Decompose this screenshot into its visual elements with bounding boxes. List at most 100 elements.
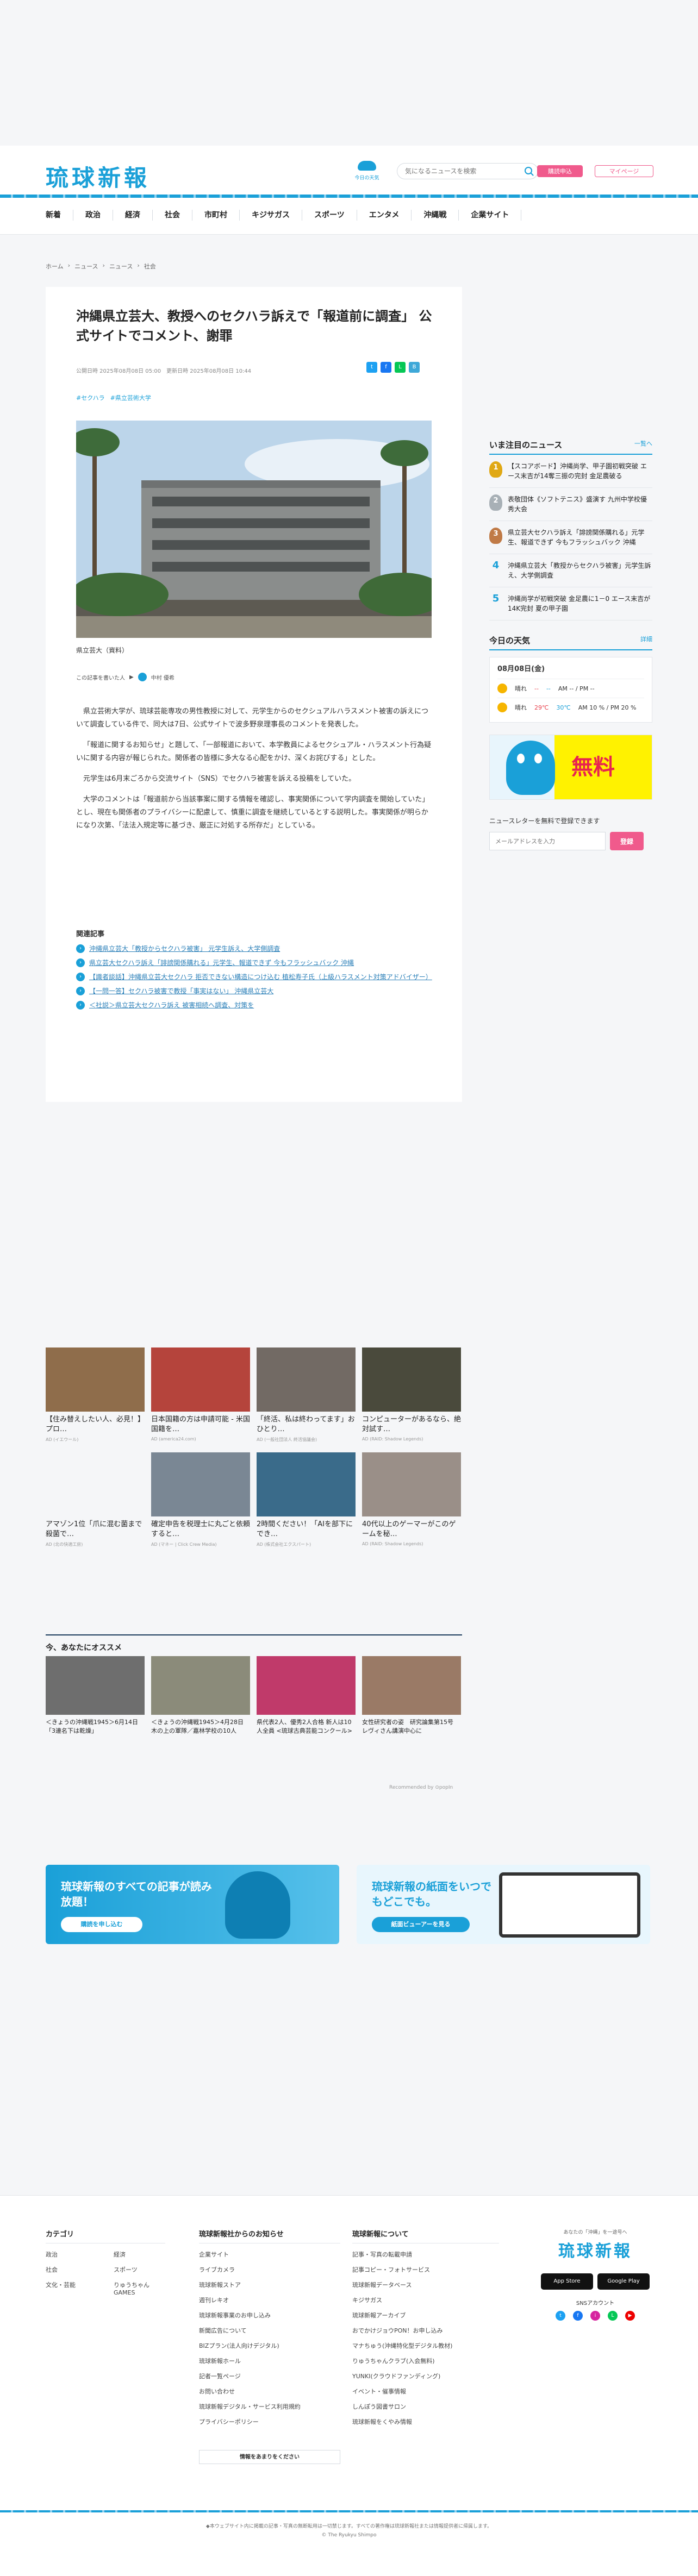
ad-image[interactable] <box>151 1347 250 1412</box>
related-link[interactable]: 沖縄県立芸大「教授からセクハラ被害」 元学生訴え、大学側調査 <box>89 944 280 954</box>
ranking-item[interactable]: 5 沖縄尚学が初戦突破 金足農に1－0 エース末吉が14K完封 夏の甲子園 <box>489 587 652 621</box>
footer-link[interactable]: 琉球新報ホール <box>199 2356 340 2365</box>
ad-text[interactable]: 確定申告を税理士に丸ごと依頼すると… <box>151 1520 250 1539</box>
footer-link[interactable]: おでかけジョウPON！お申し込み <box>352 2326 499 2335</box>
app-store-badge[interactable]: App Store <box>541 2273 593 2290</box>
ad-card[interactable]: 2時間ください！「AIを部下にでき… AD (株式会社エクスパート) <box>257 1452 356 1547</box>
footer-link[interactable]: りゅうちゃんGAMES <box>114 2280 165 2296</box>
ad-text[interactable]: 【住み替えしたい人、必見！】プロ… <box>46 1415 145 1434</box>
youtube-icon[interactable]: ▶ <box>625 2311 635 2321</box>
ad-text[interactable]: コンピューターがあるなら、絶対試す… <box>362 1415 461 1434</box>
related-link[interactable]: 【識者談話】沖縄県立芸大セクハラ 拒否できない構造につけ込む 植松寿子氏（上級ハ… <box>89 972 432 982</box>
related-link[interactable]: 【一問一答】セクハラ被害で教授「事実はない」 沖縄県立芸大 <box>89 986 273 996</box>
footer-link[interactable]: 企業サイト <box>199 2250 340 2259</box>
recommend-card[interactable]: ＜きょうの沖縄戦1945＞6月14日「3連名下は乾燥」 <box>46 1656 145 1735</box>
recommend-card[interactable]: ＜きょうの沖縄戦1945＞4月28日 木の上の軍隊／嘉林学校の10人 <box>151 1656 250 1735</box>
author-avatar[interactable] <box>138 673 147 681</box>
nav-item[interactable]: 新着 <box>46 210 73 221</box>
related-item[interactable]: › 県立芸大セクハラ訴え「誹謗関係購れる」元学生、報道できず 今もフラッシュバック… <box>76 958 432 968</box>
subscribe-button[interactable]: 購読申込 <box>537 165 583 177</box>
hatena-share-icon[interactable]: B <box>409 362 420 373</box>
ad-image[interactable] <box>257 1452 356 1516</box>
breadcrumb-item[interactable]: 社会 <box>144 262 156 271</box>
recommend-image[interactable] <box>257 1656 356 1715</box>
ad-card[interactable]: 「終活、私は終わってます」おひとり… AD (一般社団法人 終活協議会) <box>257 1347 356 1443</box>
breadcrumb-item[interactable]: ニュース <box>74 262 98 271</box>
facebook-share-icon[interactable]: f <box>381 362 391 373</box>
mypage-button[interactable]: マイページ <box>595 165 653 177</box>
footer-link[interactable]: 政治 <box>46 2250 97 2259</box>
weather-more-link[interactable]: 詳細 <box>640 635 652 646</box>
twitter-share-icon[interactable]: t <box>366 362 377 373</box>
footer-link[interactable]: プライバシーポリシー <box>199 2417 340 2426</box>
ranking-item[interactable]: 4 沖縄県立芸大「教授からセクハラ被害」元学生訴え、大学側調査 <box>489 554 652 587</box>
ad-image[interactable] <box>362 1347 461 1412</box>
recommend-card[interactable]: 県代表2人、優秀2人合格 新人は10人全員 <琉球古典芸能コンクール> <box>257 1656 356 1735</box>
nav-item[interactable]: キジサガス <box>240 210 302 221</box>
twitter-icon[interactable]: t <box>556 2311 565 2321</box>
footer-link[interactable]: 記事コピー・フォトサービス <box>352 2265 499 2274</box>
ad-card[interactable]: アマゾン1位「爪に混む菌まで殺菌で… AD (北の快適工房) <box>46 1452 145 1547</box>
footer-logo[interactable]: 琉球新報 <box>538 2237 652 2261</box>
footer-link[interactable]: 琉球新報データベース <box>352 2280 499 2289</box>
ad-card[interactable]: コンピューターがあるなら、絶対試す… AD (RAID: Shadow Legen… <box>362 1347 461 1443</box>
breadcrumb-item[interactable]: ホーム <box>46 262 64 271</box>
ad-text[interactable]: 「終活、私は終わってます」おひとり… <box>257 1415 356 1434</box>
footer-more-button[interactable]: 情報をあまりをください <box>199 2450 340 2464</box>
free-banner[interactable]: 無料 <box>489 735 652 800</box>
footer-link[interactable]: マナちゅう(沖縄特化型デジタル教材) <box>352 2341 499 2350</box>
footer-link[interactable]: 琉球新報ストア <box>199 2280 340 2289</box>
ad-card[interactable]: 日本国籍の方は申請可能 - 米国国籍を… AD (america24.com) <box>151 1347 250 1443</box>
footer-link[interactable]: 新聞広告について <box>199 2326 340 2335</box>
footer-link[interactable]: 琉球新報デジタル・サービス利用規約 <box>199 2402 340 2411</box>
ad-card[interactable]: 確定申告を税理士に丸ごと依頼すると… AD (マネー | Click Crew M… <box>151 1452 250 1547</box>
newsletter-email-input[interactable] <box>489 832 606 850</box>
ad-text[interactable]: 40代以上のゲーマーがこのゲームを秘… <box>362 1520 461 1539</box>
nav-item[interactable]: 政治 <box>73 210 113 221</box>
nav-item[interactable]: 経済 <box>113 210 153 221</box>
author-name[interactable]: 中村 優希 <box>151 673 174 681</box>
ad-image[interactable] <box>362 1452 461 1516</box>
ranking-item[interactable]: 2 表敬団体《ソフトテニス》盛演す 九州中学校優秀大会 <box>489 488 652 521</box>
footer-link[interactable]: お問い合わせ <box>199 2387 340 2396</box>
ad-card[interactable]: 40代以上のゲーマーがこのゲームを秘… AD (RAID: Shadow Lege… <box>362 1452 461 1547</box>
ad-card[interactable]: 【住み替えしたい人、必見！】プロ… AD (イエウール) <box>46 1347 145 1443</box>
newsletter-submit-button[interactable]: 登録 <box>610 832 644 850</box>
promo1-button[interactable]: 購読を申し込む <box>61 1917 142 1932</box>
footer-link[interactable]: キジサガス <box>352 2296 499 2304</box>
ranking-text[interactable]: 沖縄県立芸大「教授からセクハラ被害」元学生訴え、大学側調査 <box>508 561 652 580</box>
nav-item[interactable]: スポーツ <box>302 210 357 221</box>
footer-link[interactable]: 琉球新報アーカイブ <box>352 2311 499 2320</box>
recommend-card[interactable]: 女性研究者の姿 研究論集第15号 レヴィさん講演中心に <box>362 1656 461 1735</box>
breadcrumb-item[interactable]: ニュース <box>109 262 133 271</box>
footer-link[interactable]: スポーツ <box>114 2265 165 2274</box>
ad-text[interactable]: 日本国籍の方は申請可能 - 米国国籍を… <box>151 1415 250 1434</box>
viewer-promo[interactable]: 琉球新報の紙面をいつでもどこでも。 紙面ビューアーを見る <box>357 1865 650 1944</box>
ranking-more-link[interactable]: 一覧へ <box>634 439 652 450</box>
ad-image[interactable] <box>151 1452 250 1516</box>
footer-link[interactable]: イベント・催事情報 <box>352 2387 499 2396</box>
ad-text[interactable]: アマゾン1位「爪に混む菌まで殺菌で… <box>46 1520 145 1539</box>
recommend-text[interactable]: ＜きょうの沖縄戦1945＞4月28日 木の上の軍隊／嘉林学校の10人 <box>151 1718 250 1735</box>
related-item[interactable]: › ＜社説＞県立芸大セクハラ訴え 被害相続へ調査、対策を <box>76 1000 432 1010</box>
footer-link[interactable]: 記者一覧ページ <box>199 2372 340 2380</box>
related-link[interactable]: 県立芸大セクハラ訴え「誹謗関係購れる」元学生、報道できず 今もフラッシュバック … <box>89 958 354 968</box>
ad-image[interactable] <box>46 1347 145 1412</box>
footer-link[interactable]: ライブカメラ <box>199 2265 340 2274</box>
line-share-icon[interactable]: L <box>395 362 406 373</box>
nav-item[interactable]: 企業サイト <box>459 210 522 221</box>
footer-link[interactable]: 琉球新報事業のお申し込み <box>199 2311 340 2320</box>
google-play-badge[interactable]: Google Play <box>597 2273 650 2290</box>
recommend-text[interactable]: 県代表2人、優秀2人合格 新人は10人全員 <琉球古典芸能コンクール> <box>257 1718 356 1735</box>
related-link[interactable]: ＜社説＞県立芸大セクハラ訴え 被害相続へ調査、対策を <box>89 1000 254 1010</box>
ad-image[interactable] <box>257 1347 356 1412</box>
nav-item[interactable]: 社会 <box>153 210 192 221</box>
related-item[interactable]: › 【識者談話】沖縄県立芸大セクハラ 拒否できない構造につけ込む 植松寿子氏（上級… <box>76 972 432 982</box>
search-icon[interactable] <box>525 167 532 174</box>
promo2-button[interactable]: 紙面ビューアーを見る <box>372 1917 470 1932</box>
ranking-text[interactable]: 【スコアボード】沖縄尚学、甲子園初戦突破 エース末吉が14奪三振の完封 金足農破… <box>508 461 652 481</box>
tag-link[interactable]: #セクハラ <box>76 393 105 402</box>
search-input[interactable] <box>397 164 517 179</box>
powered-by[interactable]: Recommended by ⊙popIn <box>389 1785 453 1790</box>
nav-item[interactable]: エンタメ <box>357 210 412 221</box>
